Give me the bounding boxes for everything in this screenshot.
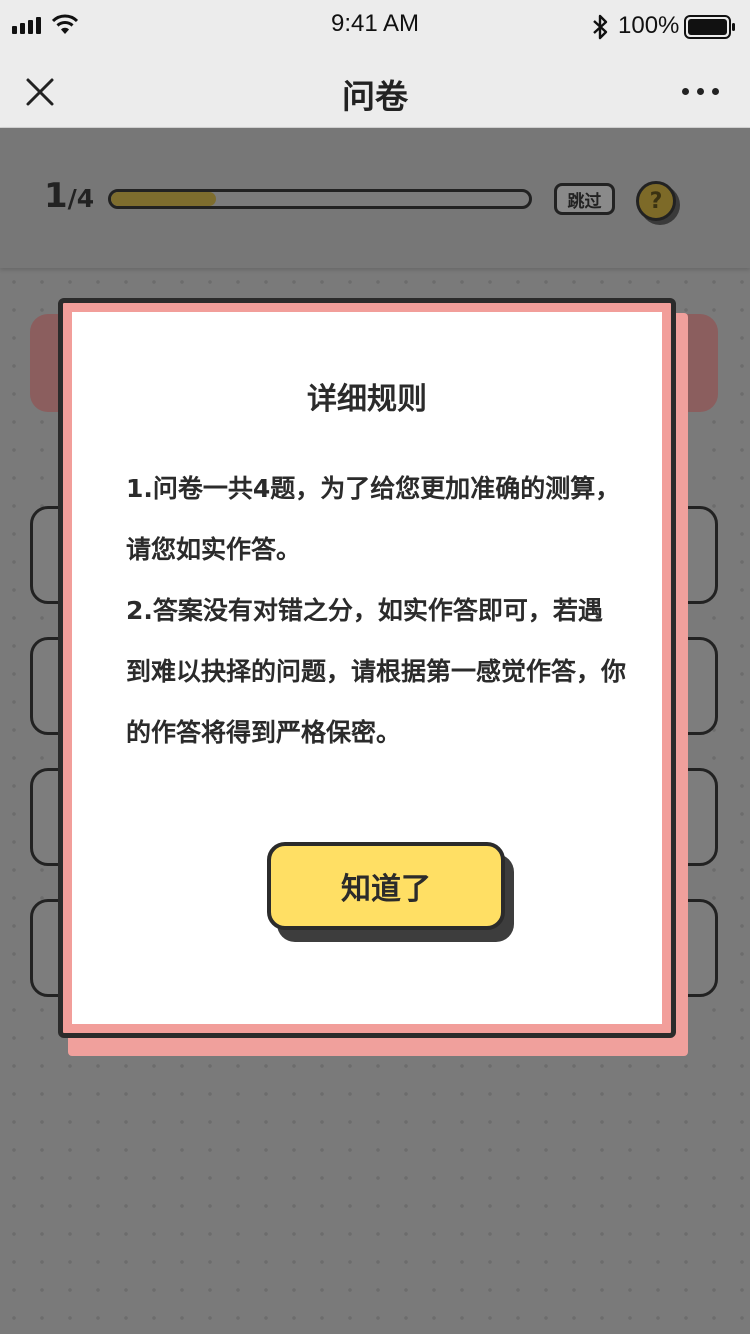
skip-button[interactable]: 跳过 bbox=[554, 183, 615, 215]
status-bar: 9:41 AM 100% bbox=[0, 0, 750, 56]
modal-content: 详细规则 1.问卷一共4题，为了给您更加准确的测算，请您如实作答。 2.答案没有… bbox=[72, 312, 662, 1024]
help-button[interactable]: ? bbox=[636, 181, 676, 221]
rules-text: 1.问卷一共4题，为了给您更加准确的测算，请您如实作答。 2.答案没有对错之分，… bbox=[126, 458, 626, 763]
page-title: 问卷 bbox=[342, 77, 408, 116]
battery-icon bbox=[684, 15, 735, 39]
counter-current: 1 bbox=[44, 176, 68, 216]
rule-paragraph: 2.答案没有对错之分，如实作答即可，若遇到难以抉择的问题，请根据第一感觉作答，你… bbox=[126, 596, 627, 747]
progress-bar bbox=[108, 189, 532, 209]
confirm-button[interactable]: 知道了 bbox=[267, 842, 505, 930]
rule-paragraph: 1.问卷一共4题，为了给您更加准确的测算，请您如实作答。 bbox=[126, 474, 621, 564]
modal-title: 详细规则 bbox=[307, 382, 427, 417]
battery-percent: 100% bbox=[618, 12, 680, 39]
counter-total: /4 bbox=[67, 184, 95, 213]
more-icon[interactable] bbox=[682, 88, 719, 95]
progress-header: 1/4 跳过 ? bbox=[0, 128, 750, 268]
progress-fill bbox=[111, 192, 216, 206]
question-counter: 1/4 bbox=[44, 176, 94, 216]
rules-modal: 详细规则 1.问卷一共4题，为了给您更加准确的测算，请您如实作答。 2.答案没有… bbox=[58, 298, 676, 1038]
bluetooth-icon bbox=[593, 14, 608, 40]
nav-bar: 问卷 bbox=[0, 56, 750, 128]
